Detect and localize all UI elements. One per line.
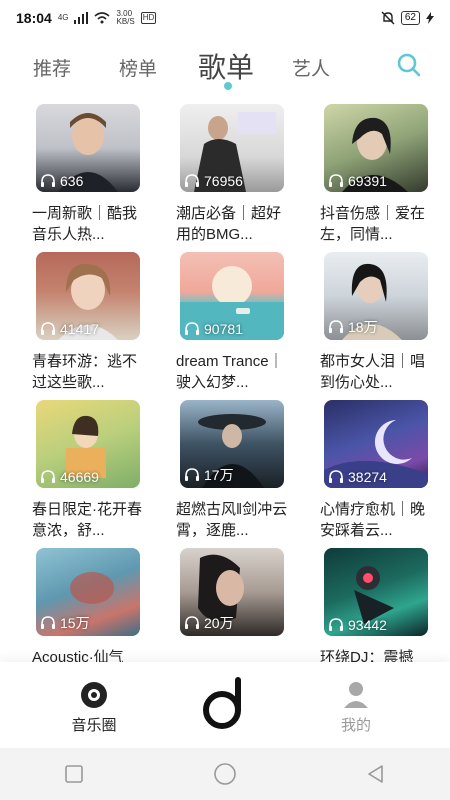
playlist-cover: 636 bbox=[36, 104, 140, 192]
nav-music-circle-label: 音乐圈 bbox=[71, 717, 117, 734]
headphones-icon bbox=[185, 616, 199, 629]
playlist-title[interactable]: dream Trance｜驶入幻梦... bbox=[176, 351, 288, 393]
play-count: 90781 bbox=[204, 321, 243, 337]
playlist-cover: 15万 bbox=[36, 548, 140, 636]
headphones-icon bbox=[41, 616, 55, 629]
headphones-icon bbox=[329, 320, 343, 333]
play-count: 636 bbox=[60, 173, 84, 189]
battery-level: 62 bbox=[400, 11, 420, 25]
headphones-icon bbox=[41, 322, 55, 335]
play-count: 17万 bbox=[204, 467, 234, 483]
playlist-grid: 636 一周新歌｜酷我音乐人热... 76956 潮店必备｜超好用的BMG...… bbox=[26, 102, 436, 692]
nav-music-circle[interactable]: 音乐圈 bbox=[62, 680, 126, 735]
tab-playlists[interactable]: 歌单 bbox=[198, 46, 254, 86]
playlist-card[interactable]: 636 一周新歌｜酷我音乐人热... bbox=[26, 102, 166, 248]
headphones-icon bbox=[185, 468, 199, 481]
playlist-card[interactable]: 38274 心情疗愈机｜晚安踩着云... bbox=[314, 398, 450, 544]
playlist-card[interactable]: 41417 青春环游：逃不过这些歌... bbox=[26, 250, 166, 396]
playlist-cover: 93442 bbox=[324, 548, 428, 636]
system-nav-bar bbox=[0, 748, 450, 800]
playlist-title[interactable]: 心情疗愈机｜晚安踩着云... bbox=[320, 499, 432, 541]
tab-charts[interactable]: 榜单 bbox=[119, 54, 157, 81]
playlist-card[interactable]: 90781 dream Trance｜驶入幻梦... bbox=[170, 250, 310, 396]
play-count: 46669 bbox=[60, 469, 99, 485]
headphones-icon bbox=[185, 322, 199, 335]
wifi-icon bbox=[94, 12, 111, 24]
playlist-cover: 69391 bbox=[324, 104, 428, 192]
playlist-title[interactable]: 青春环游：逃不过这些歌... bbox=[32, 351, 144, 393]
playlist-cover: 76956 bbox=[180, 104, 284, 192]
music-note-logo-icon[interactable] bbox=[198, 676, 252, 730]
play-count: 93442 bbox=[348, 617, 387, 633]
playlist-cover: 46669 bbox=[36, 400, 140, 488]
playlist-cover: 41417 bbox=[36, 252, 140, 340]
playlist-cover: 18万 bbox=[324, 252, 428, 340]
playlist-title[interactable]: 超燃古风‖剑冲云霄，逐鹿... bbox=[176, 499, 288, 541]
playlist-card[interactable]: 76956 潮店必备｜超好用的BMG... bbox=[170, 102, 310, 248]
active-tab-indicator bbox=[224, 82, 232, 90]
disc-icon bbox=[81, 682, 107, 708]
playlist-cover: 38274 bbox=[324, 400, 428, 488]
play-count: 38274 bbox=[348, 469, 387, 485]
mute-bell-icon bbox=[381, 11, 395, 25]
playlist-title[interactable]: 春日限定·花开春意浓，舒... bbox=[32, 499, 144, 541]
play-count: 41417 bbox=[60, 321, 99, 337]
home-icon[interactable] bbox=[213, 762, 237, 786]
status-bar: 18:04 4G 3.00 KB/S HD 62 bbox=[0, 0, 450, 36]
hd-badge: HD bbox=[140, 12, 157, 24]
net-speed-unit: KB/S bbox=[116, 17, 135, 26]
headphones-icon bbox=[329, 470, 343, 483]
play-count: 69391 bbox=[348, 173, 387, 189]
playlist-cover: 90781 bbox=[180, 252, 284, 340]
headphones-icon bbox=[185, 174, 199, 187]
category-tabs: 推荐 榜单 歌单 艺人 bbox=[0, 40, 450, 96]
signal-icon bbox=[74, 12, 89, 24]
playlist-title[interactable]: 都市女人泪｜唱到伤心处... bbox=[320, 351, 432, 393]
nav-me-label: 我的 bbox=[340, 717, 371, 734]
playlist-card[interactable]: 46669 春日限定·花开春意浓，舒... bbox=[26, 398, 166, 544]
playlist-title[interactable]: 抖音伤感｜爱在左，同情... bbox=[320, 203, 432, 245]
play-count: 18万 bbox=[348, 319, 378, 335]
play-count: 20万 bbox=[204, 615, 234, 631]
signal-type: 4G bbox=[57, 13, 69, 22]
charging-icon bbox=[426, 12, 434, 24]
playlist-cover: 17万 bbox=[180, 400, 284, 488]
play-count: 15万 bbox=[60, 615, 90, 631]
playlist-card[interactable]: 17万 超燃古风‖剑冲云霄，逐鹿... bbox=[170, 398, 310, 544]
headphones-icon bbox=[41, 470, 55, 483]
headphones-icon bbox=[329, 174, 343, 187]
recent-apps-icon[interactable] bbox=[64, 764, 84, 784]
search-icon[interactable] bbox=[396, 52, 422, 78]
play-count: 76956 bbox=[204, 173, 243, 189]
playlist-cover: 20万 bbox=[180, 548, 284, 636]
tab-artists[interactable]: 艺人 bbox=[292, 54, 330, 81]
playlist-card[interactable]: 69391 抖音伤感｜爱在左，同情... bbox=[314, 102, 450, 248]
playlist-card[interactable]: 18万 都市女人泪｜唱到伤心处... bbox=[314, 250, 450, 396]
tab-recommend[interactable]: 推荐 bbox=[33, 54, 71, 81]
status-time: 18:04 bbox=[16, 10, 52, 26]
back-icon[interactable] bbox=[366, 764, 386, 784]
playlist-title[interactable]: 潮店必备｜超好用的BMG... bbox=[176, 203, 288, 245]
headphones-icon bbox=[329, 618, 343, 631]
user-icon bbox=[344, 682, 368, 708]
headphones-icon bbox=[41, 174, 55, 187]
playlist-title[interactable]: 一周新歌｜酷我音乐人热... bbox=[32, 203, 144, 245]
nav-me[interactable]: 我的 bbox=[324, 680, 388, 735]
